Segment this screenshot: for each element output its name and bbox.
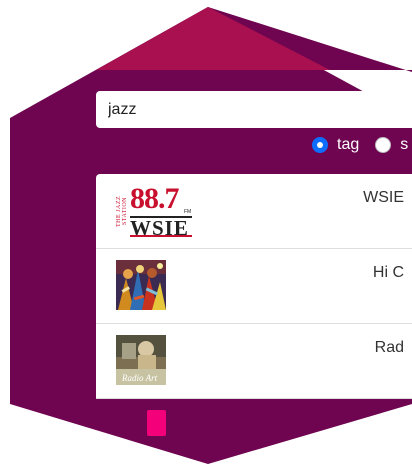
app-root: tag s THE JAZZ STATION 88.7 FM WSIE WSIE: [0, 0, 412, 464]
radio-option-s[interactable]: s: [375, 136, 408, 154]
logo-call-sign: WSIE: [130, 216, 189, 237]
search-input[interactable]: [96, 91, 412, 128]
station-row-hi-c[interactable]: Hi C: [96, 249, 412, 324]
radio-tag-label: tag: [337, 136, 360, 153]
radio-art-image: Radio Art: [116, 335, 166, 385]
station-logo-wsie: THE JAZZ STATION 88.7 FM WSIE: [116, 185, 193, 237]
radio-s[interactable]: [375, 137, 392, 153]
station-art-hi-c: [116, 260, 166, 310]
logo-fm: FM: [184, 209, 192, 215]
search-mode-group: tag s: [312, 134, 412, 156]
station-title: Rad: [374, 339, 404, 356]
list-bottom-divider: [96, 398, 313, 399]
station-list: THE JAZZ STATION 88.7 FM WSIE WSIE Hi C …: [96, 174, 412, 399]
logo-side-text: THE JAZZ STATION: [116, 195, 128, 227]
radio-art-script: Radio Art: [121, 373, 158, 383]
bottom-accent-tab: [147, 410, 166, 436]
radio-s-label: s: [400, 136, 409, 153]
station-title: WSIE: [363, 189, 404, 206]
logo-frequency: 88.7: [130, 185, 179, 215]
radio-tag[interactable]: [312, 137, 328, 153]
logo-rule-red: [130, 235, 192, 237]
station-title: Hi C: [372, 264, 404, 281]
station-row-wsie[interactable]: THE JAZZ STATION 88.7 FM WSIE WSIE: [96, 174, 412, 249]
jazz-painting-image: [116, 260, 166, 310]
station-row-rad[interactable]: Radio Art Rad: [96, 324, 412, 399]
station-art-rad: Radio Art: [116, 335, 166, 385]
radio-option-tag[interactable]: tag: [312, 136, 359, 154]
